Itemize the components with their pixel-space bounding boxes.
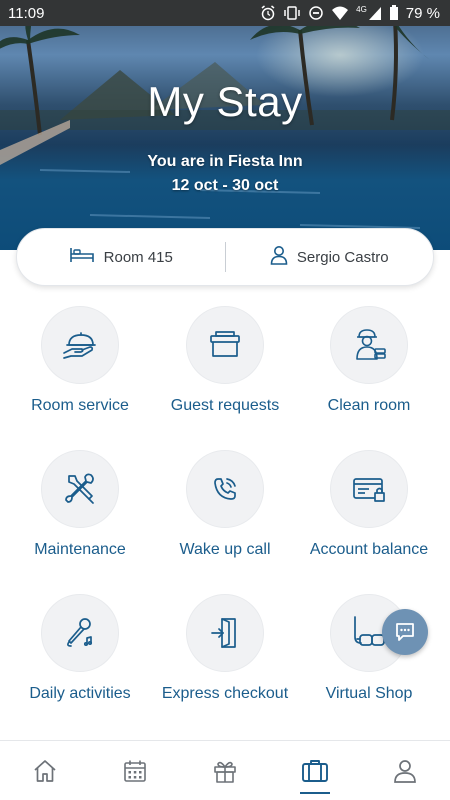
wake-up-call-button[interactable]: Wake up call (150, 450, 300, 570)
wifi-icon (331, 5, 349, 21)
checkout-icon (211, 618, 236, 648)
clean-room-button[interactable]: Clean room (294, 306, 444, 426)
nav-gifts[interactable] (195, 746, 255, 796)
tile-label: Room service (31, 397, 129, 414)
room-service-button[interactable]: Room service (5, 306, 155, 426)
stay-dates: 12 oct - 30 oct (171, 177, 279, 194)
guest-requests-button[interactable]: Guest requests (150, 306, 300, 426)
tile-label: Express checkout (161, 685, 289, 702)
tile-label: Account balance (309, 541, 429, 558)
calendar-icon (124, 760, 146, 782)
battery-icon (389, 5, 399, 21)
room-number: Room 415 (103, 248, 173, 266)
virtual-shop-button[interactable]: Virtual Shop (294, 594, 444, 714)
tile-label: Clean room (327, 397, 411, 414)
status-icons: 4G 79 % (260, 5, 440, 22)
stay-details: You are in Fiesta Inn 12 oct - 30 oct (0, 150, 450, 198)
nav-calendar[interactable] (105, 746, 165, 796)
chat-icon (396, 623, 414, 641)
tile-label: Daily activities (29, 685, 131, 702)
status-time: 11:09 (8, 4, 45, 22)
express-checkout-button[interactable]: Express checkout (150, 594, 300, 714)
guest-name: Sergio Castro (296, 248, 389, 266)
alarm-icon (260, 5, 276, 21)
status-bar: 11:09 4G 79 % (0, 0, 450, 26)
nav-profile[interactable] (375, 746, 435, 796)
guest-info: Sergio Castro (226, 245, 434, 269)
maintenance-button[interactable]: Maintenance (5, 450, 155, 570)
nav-home[interactable] (15, 746, 75, 796)
room-info: Room 415 (17, 246, 225, 268)
luggage-icon (302, 759, 328, 782)
network-type: 4G (356, 5, 367, 14)
bed-icon (69, 246, 95, 268)
account-balance-icon (353, 478, 385, 502)
microphone-icon (67, 618, 93, 647)
tile-label: Virtual Shop (325, 685, 413, 702)
bottom-navigation (0, 740, 450, 800)
clean-room-icon (356, 329, 386, 360)
profile-icon (394, 759, 416, 783)
battery-percent: 79 % (405, 4, 440, 22)
vibrate-icon (283, 5, 301, 21)
hotel-line: You are in Fiesta Inn (147, 153, 303, 170)
account-balance-button[interactable]: Account balance (294, 450, 444, 570)
do-not-disturb-icon (308, 5, 324, 21)
room-service-icon (63, 332, 96, 359)
hero-banner: My Stay You are in Fiesta Inn 12 oct - 3… (0, 0, 450, 250)
stay-info-card: Room 415 Sergio Castro (16, 228, 434, 286)
signal-icon: 4G (356, 5, 382, 21)
tile-label: Maintenance (34, 541, 126, 558)
tile-label: Guest requests (170, 397, 280, 414)
tile-label: Wake up call (179, 541, 271, 558)
chat-button[interactable] (382, 609, 428, 655)
guest-requests-icon (210, 331, 240, 357)
person-icon (270, 245, 288, 269)
phone-icon (214, 478, 236, 500)
gift-icon (214, 761, 236, 783)
home-icon (34, 759, 56, 782)
nav-my-stay[interactable] (285, 746, 345, 796)
maintenance-icon (65, 473, 94, 504)
page-title: My Stay (147, 78, 303, 125)
daily-activities-button[interactable]: Daily activities (5, 594, 155, 714)
